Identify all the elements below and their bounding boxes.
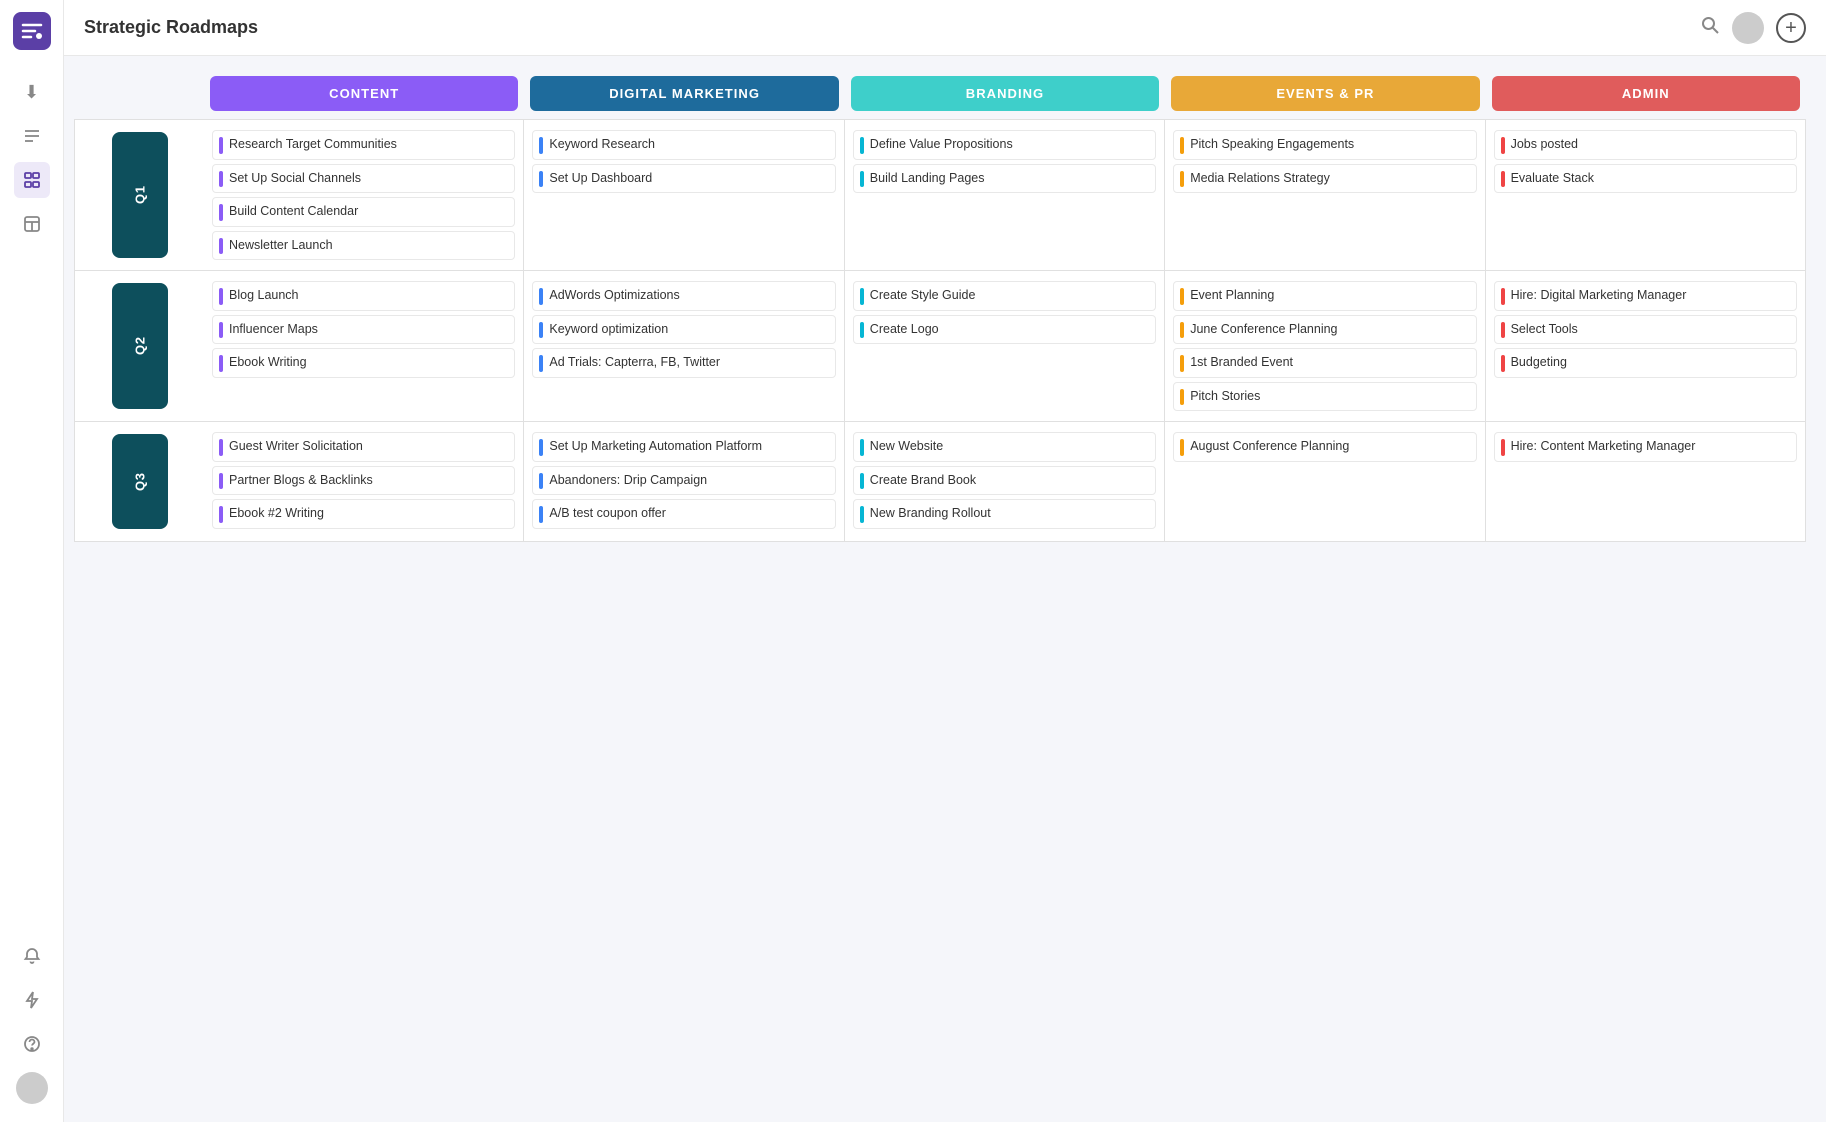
search-icon[interactable] xyxy=(1700,15,1720,40)
task-item[interactable]: A/B test coupon offer xyxy=(532,499,835,529)
task-item[interactable]: August Conference Planning xyxy=(1173,432,1476,462)
col-header-events-pr: EVENTS & PR xyxy=(1171,76,1479,111)
task-item[interactable]: Create Brand Book xyxy=(853,466,1156,496)
task-item[interactable]: Set Up Social Channels xyxy=(212,164,515,194)
task-item[interactable]: Set Up Dashboard xyxy=(532,164,835,194)
list-icon[interactable] xyxy=(14,118,50,154)
quarter-box-q1: Q1 xyxy=(112,132,168,258)
cell-q3-digital: Set Up Marketing Automation Platform Aba… xyxy=(524,422,844,542)
task-item[interactable]: 1st Branded Event xyxy=(1173,348,1476,378)
task-item[interactable]: Guest Writer Solicitation xyxy=(212,432,515,462)
cell-q1-digital: Keyword Research Set Up Dashboard xyxy=(524,119,844,271)
cell-q2-digital: AdWords Optimizations Keyword optimizati… xyxy=(524,271,844,422)
task-item[interactable]: Event Planning xyxy=(1173,281,1476,311)
task-item[interactable]: Pitch Speaking Engagements xyxy=(1173,130,1476,160)
main-area: Strategic Roadmaps + CONTENT DIGITAL MAR… xyxy=(64,0,1826,1122)
task-item[interactable]: AdWords Optimizations xyxy=(532,281,835,311)
header-spacer xyxy=(74,76,204,119)
add-button[interactable]: + xyxy=(1776,13,1806,43)
download-icon[interactable]: ⬇ xyxy=(14,74,50,110)
col-header-branding: BRANDING xyxy=(851,76,1159,111)
task-item[interactable]: Select Tools xyxy=(1494,315,1797,345)
quarter-label-q3: Q3 xyxy=(74,422,204,542)
cell-q2-content: Blog Launch Influencer Maps Ebook Writin… xyxy=(204,271,524,422)
task-item[interactable]: Media Relations Strategy xyxy=(1173,164,1476,194)
cell-q1-events: Pitch Speaking Engagements Media Relatio… xyxy=(1165,119,1485,271)
cell-q2-branding: Create Style Guide Create Logo xyxy=(845,271,1165,422)
task-item[interactable]: Newsletter Launch xyxy=(212,231,515,261)
task-item[interactable]: June Conference Planning xyxy=(1173,315,1476,345)
task-item[interactable]: New Website xyxy=(853,432,1156,462)
task-item[interactable]: Build Landing Pages xyxy=(853,164,1156,194)
task-item[interactable]: Keyword Research xyxy=(532,130,835,160)
task-item[interactable]: Build Content Calendar xyxy=(212,197,515,227)
bell-icon[interactable] xyxy=(14,938,50,974)
topbar-actions: + xyxy=(1700,12,1806,44)
task-item[interactable]: Hire: Digital Marketing Manager xyxy=(1494,281,1797,311)
cell-q3-events: August Conference Planning xyxy=(1165,422,1485,542)
task-item[interactable]: Define Value Propositions xyxy=(853,130,1156,160)
cell-q1-branding: Define Value Propositions Build Landing … xyxy=(845,119,1165,271)
task-item[interactable]: New Branding Rollout xyxy=(853,499,1156,529)
col-header-content: CONTENT xyxy=(210,76,518,111)
task-item[interactable]: Blog Launch xyxy=(212,281,515,311)
task-item[interactable]: Ebook Writing xyxy=(212,348,515,378)
app-logo[interactable] xyxy=(13,12,51,50)
cell-q2-events: Event Planning June Conference Planning … xyxy=(1165,271,1485,422)
cell-q3-content: Guest Writer Solicitation Partner Blogs … xyxy=(204,422,524,542)
cell-q2-admin: Hire: Digital Marketing Manager Select T… xyxy=(1486,271,1806,422)
roadmap-icon[interactable] xyxy=(14,162,50,198)
cell-q1-admin: Jobs posted Evaluate Stack xyxy=(1486,119,1806,271)
task-item[interactable]: Evaluate Stack xyxy=(1494,164,1797,194)
task-item[interactable]: Pitch Stories xyxy=(1173,382,1476,412)
quarter-box-q2: Q2 xyxy=(112,283,168,409)
col-header-digital-marketing: DIGITAL MARKETING xyxy=(530,76,838,111)
task-item[interactable]: Abandoners: Drip Campaign xyxy=(532,466,835,496)
task-item[interactable]: Set Up Marketing Automation Platform xyxy=(532,432,835,462)
user-avatar-topbar[interactable] xyxy=(1732,12,1764,44)
col-header-admin: ADMIN xyxy=(1492,76,1800,111)
page-title: Strategic Roadmaps xyxy=(84,17,1700,38)
task-item[interactable]: Keyword optimization xyxy=(532,315,835,345)
quarter-label-q2: Q2 xyxy=(74,271,204,422)
cell-q3-admin: Hire: Content Marketing Manager xyxy=(1486,422,1806,542)
task-item[interactable]: Jobs posted xyxy=(1494,130,1797,160)
quarter-box-q3: Q3 xyxy=(112,434,168,529)
task-item[interactable]: Create Logo xyxy=(853,315,1156,345)
cell-q3-branding: New Website Create Brand Book New Brandi… xyxy=(845,422,1165,542)
task-item[interactable]: Influencer Maps xyxy=(212,315,515,345)
task-item[interactable]: Budgeting xyxy=(1494,348,1797,378)
task-item[interactable]: Research Target Communities xyxy=(212,130,515,160)
roadmap-table: CONTENT DIGITAL MARKETING BRANDING EVENT… xyxy=(74,76,1806,542)
task-item[interactable]: Partner Blogs & Backlinks xyxy=(212,466,515,496)
roadmap-container: CONTENT DIGITAL MARKETING BRANDING EVENT… xyxy=(64,56,1826,1122)
bolt-icon[interactable] xyxy=(14,982,50,1018)
sidebar: ⬇ xyxy=(0,0,64,1122)
template-icon[interactable] xyxy=(14,206,50,242)
task-item[interactable]: Ad Trials: Capterra, FB, Twitter xyxy=(532,348,835,378)
task-item[interactable]: Hire: Content Marketing Manager xyxy=(1494,432,1797,462)
user-avatar-sidebar[interactable] xyxy=(16,1072,48,1104)
task-item[interactable]: Create Style Guide xyxy=(853,281,1156,311)
cell-q1-content: Research Target Communities Set Up Socia… xyxy=(204,119,524,271)
task-item[interactable]: Ebook #2 Writing xyxy=(212,499,515,529)
topbar: Strategic Roadmaps + xyxy=(64,0,1826,56)
quarter-label-q1: Q1 xyxy=(74,119,204,271)
help-icon[interactable] xyxy=(14,1026,50,1062)
